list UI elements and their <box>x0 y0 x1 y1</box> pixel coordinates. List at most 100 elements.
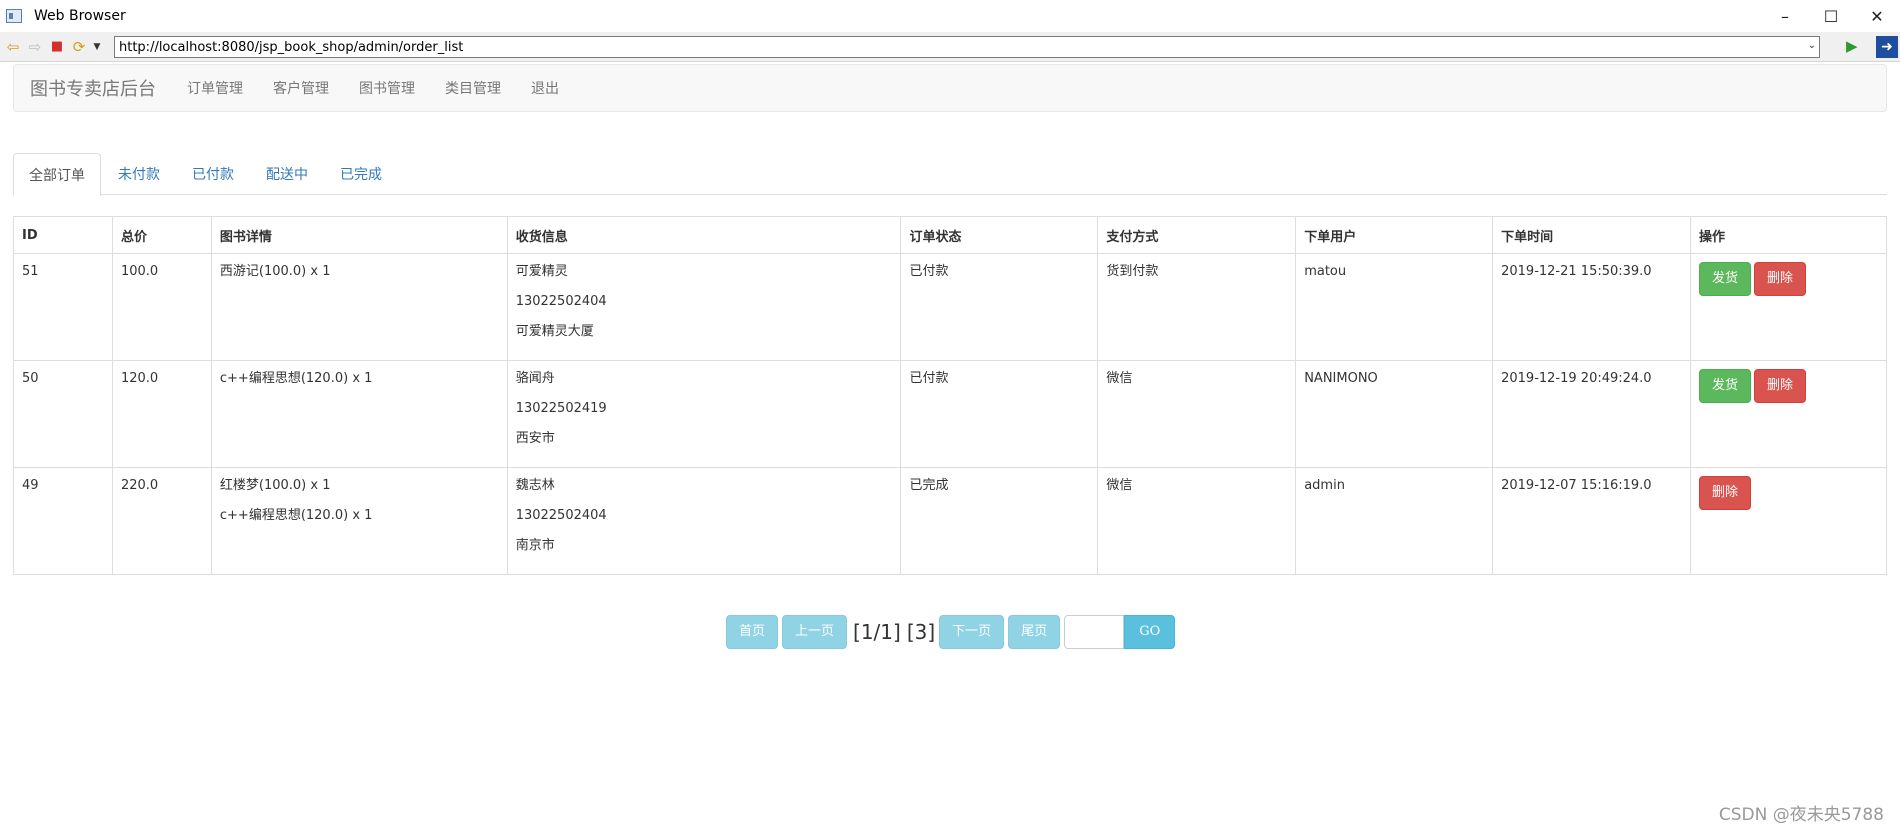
col-header-actions: 操作 <box>1690 216 1887 254</box>
close-icon[interactable]: ✕ <box>1854 0 1900 32</box>
order-id: 50 <box>13 360 113 468</box>
order-payment: 微信 <box>1097 360 1297 468</box>
book-line: 红楼梦(100.0) x 1 <box>219 478 331 493</box>
table-row: 51 100.0 西游记(100.0) x 1 可爱精灵 13022502404… <box>13 253 1887 361</box>
order-books: c++编程思想(120.0) x 1 <box>210 360 508 468</box>
nav-link-categories[interactable]: 类目管理 <box>430 78 516 98</box>
go-arrow-icon[interactable]: ▶ <box>1846 37 1858 55</box>
window-title: Web Browser <box>34 8 126 24</box>
order-status: 已付款 <box>900 360 1099 468</box>
pagination: 首页 上一页 [1/1] [3] 下一页 尾页 GO <box>726 615 1176 649</box>
order-user: matou <box>1295 253 1494 361</box>
order-receiver: 魏志林 13022502404 南京市 <box>506 467 902 575</box>
receiver-phone: 13022502404 <box>515 508 607 523</box>
order-total: 120.0 <box>111 360 212 468</box>
total-count: [3] <box>906 620 936 644</box>
ship-button[interactable]: 发货 <box>1699 369 1752 403</box>
forward-arrow-icon[interactable]: ⇨ <box>24 36 46 58</box>
order-user: NANIMONO <box>1295 360 1494 468</box>
history-dropdown-icon[interactable]: ▼ <box>90 36 104 58</box>
last-page-button[interactable]: 尾页 <box>1008 615 1061 649</box>
browser-toolbar: ⇦ ⇨ ■ ⟳ ▼ http://localhost:8080/jsp_book… <box>0 32 1900 62</box>
table-row: 49 220.0 红楼梦(100.0) x 1 c++编程思想(120.0) x… <box>13 467 1887 575</box>
col-header-total: 总价 <box>111 216 212 254</box>
order-status: 已付款 <box>900 253 1099 361</box>
order-time: 2019-12-21 15:50:39.0 <box>1492 253 1692 361</box>
refresh-icon[interactable]: ⟳ <box>68 36 90 58</box>
order-books: 西游记(100.0) x 1 <box>210 253 508 361</box>
url-text: http://localhost:8080/jsp_book_shop/admi… <box>119 39 464 55</box>
tab-shipping[interactable]: 配送中 <box>251 153 323 195</box>
page-indicator: [1/1] <box>853 620 901 644</box>
col-header-books: 图书详情 <box>210 216 508 254</box>
order-time: 2019-12-07 15:16:19.0 <box>1492 467 1692 575</box>
receiver-address: 西安市 <box>515 431 555 446</box>
col-header-user: 下单用户 <box>1295 216 1494 254</box>
order-total: 220.0 <box>111 467 212 575</box>
table-row: 50 120.0 c++编程思想(120.0) x 1 骆闻舟 13022502… <box>13 360 1887 468</box>
ship-button[interactable]: 发货 <box>1699 262 1752 296</box>
col-header-status: 订单状态 <box>900 216 1099 254</box>
receiver-address: 可爱精灵大厦 <box>515 324 594 339</box>
order-payment: 微信 <box>1097 467 1297 575</box>
minimize-icon[interactable]: – <box>1762 0 1808 32</box>
receiver-phone: 13022502404 <box>515 294 607 309</box>
prev-page-button[interactable]: 上一页 <box>782 615 848 649</box>
table-header-row: ID 总价 图书详情 收货信息 订单状态 支付方式 下单用户 下单时间 操作 <box>13 216 1887 254</box>
order-time: 2019-12-19 20:49:24.0 <box>1492 360 1692 468</box>
go-button[interactable]: GO <box>1124 615 1176 649</box>
nav-link-orders[interactable]: 订单管理 <box>172 78 258 98</box>
order-id: 51 <box>13 253 113 361</box>
order-user: admin <box>1295 467 1494 575</box>
order-books: 红楼梦(100.0) x 1 c++编程思想(120.0) x 1 <box>210 467 508 575</box>
receiver-name: 可爱精灵 <box>515 264 568 279</box>
order-status: 已完成 <box>900 467 1099 575</box>
receiver-name: 骆闻舟 <box>515 371 555 386</box>
delete-button[interactable]: 删除 <box>1754 369 1807 403</box>
order-actions: 删除 <box>1690 467 1887 575</box>
delete-button[interactable]: 删除 <box>1699 476 1752 510</box>
window-controls: – ☐ ✕ <box>1762 0 1900 32</box>
order-actions: 发货 删除 <box>1690 360 1887 468</box>
delete-button[interactable]: 删除 <box>1754 262 1807 296</box>
watermark: CSDN @夜未央5788 <box>1718 805 1884 825</box>
orders-table: ID 总价 图书详情 收货信息 订单状态 支付方式 下单用户 下单时间 操作 5… <box>13 216 1887 575</box>
nav-link-books[interactable]: 图书管理 <box>344 78 430 98</box>
nav-link-logout[interactable]: 退出 <box>516 78 574 98</box>
first-page-button[interactable]: 首页 <box>726 615 779 649</box>
receiver-name: 魏志林 <box>515 478 555 493</box>
col-header-id: ID <box>13 216 113 254</box>
order-receiver: 骆闻舟 13022502419 西安市 <box>506 360 902 468</box>
col-header-time: 下单时间 <box>1492 216 1692 254</box>
admin-navbar: 图书专卖店后台 订单管理 客户管理 图书管理 类目管理 退出 <box>13 64 1887 112</box>
order-receiver: 可爱精灵 13022502404 可爱精灵大厦 <box>506 253 902 361</box>
book-line: 西游记(100.0) x 1 <box>219 264 331 279</box>
order-total: 100.0 <box>111 253 212 361</box>
receiver-address: 南京市 <box>515 538 555 553</box>
col-header-payment: 支付方式 <box>1097 216 1297 254</box>
back-arrow-icon[interactable]: ⇦ <box>2 36 24 58</box>
maximize-icon[interactable]: ☐ <box>1808 0 1854 32</box>
col-header-receiver: 收货信息 <box>506 216 902 254</box>
order-status-tabs: 全部订单 未付款 已付款 配送中 已完成 <box>13 153 1887 196</box>
tab-completed[interactable]: 已完成 <box>325 153 397 195</box>
open-external-icon[interactable]: ➜ <box>1876 36 1898 58</box>
navbar-brand[interactable]: 图书专卖店后台 <box>30 75 156 101</box>
app-window-icon <box>6 9 22 23</box>
order-payment: 货到付款 <box>1097 253 1297 361</box>
tab-paid[interactable]: 已付款 <box>177 153 249 195</box>
url-input[interactable]: http://localhost:8080/jsp_book_shop/admi… <box>114 36 1820 58</box>
receiver-phone: 13022502419 <box>515 401 607 416</box>
url-dropdown-icon[interactable]: ⌄ <box>1808 40 1816 51</box>
tab-all-orders[interactable]: 全部订单 <box>13 153 101 196</box>
page-number-input[interactable] <box>1064 615 1125 649</box>
window-titlebar: Web Browser – ☐ ✕ <box>0 0 1900 32</box>
order-actions: 发货 删除 <box>1690 253 1887 361</box>
order-id: 49 <box>13 467 113 575</box>
book-line: c++编程思想(120.0) x 1 <box>219 371 373 386</box>
next-page-button[interactable]: 下一页 <box>939 615 1005 649</box>
nav-link-customers[interactable]: 客户管理 <box>258 78 344 98</box>
tab-unpaid[interactable]: 未付款 <box>103 153 175 195</box>
book-line: c++编程思想(120.0) x 1 <box>219 508 373 523</box>
stop-icon[interactable]: ■ <box>46 36 68 58</box>
